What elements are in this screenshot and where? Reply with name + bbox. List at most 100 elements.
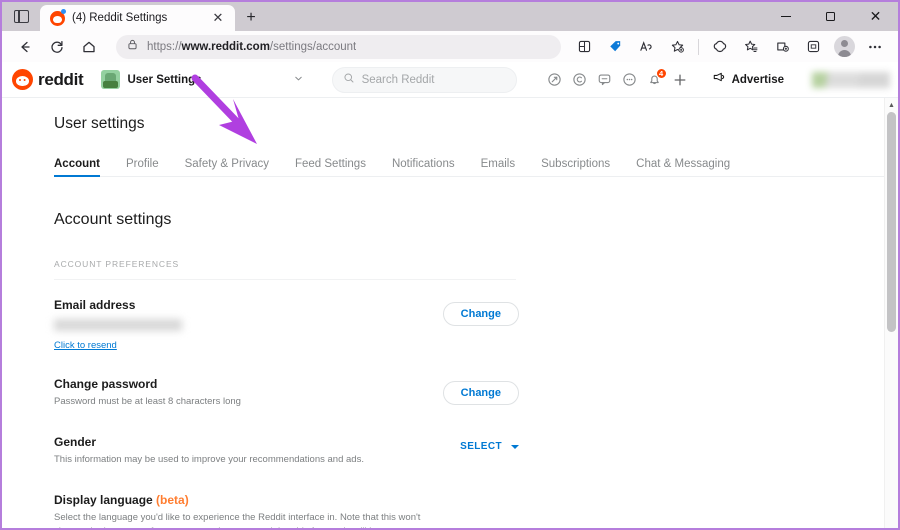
gender-description: This information may be used to improve … <box>54 454 364 465</box>
user-settings-label: User Settings <box>127 73 202 86</box>
user-settings-dropdown[interactable]: User Settings <box>101 70 303 89</box>
tab-safety-privacy[interactable]: Safety & Privacy <box>172 158 282 177</box>
row-email-address: Email address Click to resend Change <box>54 298 519 353</box>
scroll-up-arrow-icon[interactable]: ▲ <box>885 98 898 112</box>
search-input[interactable]: Search Reddit <box>331 66 517 93</box>
window-close-icon[interactable]: ✕ <box>853 2 898 31</box>
reddit-coins-icon[interactable] <box>572 72 587 87</box>
display-language-text: Display language <box>54 493 153 507</box>
row-main: Email address Click to resend <box>54 298 443 353</box>
email-change-button[interactable]: Change <box>442 302 519 326</box>
display-language-description: Select the language you'd like to experi… <box>54 512 421 528</box>
user-account-menu[interactable] <box>812 71 898 88</box>
notification-badge: 4 <box>655 68 667 79</box>
collections-icon[interactable] <box>569 34 599 60</box>
notifications-bell-icon[interactable]: 4 <box>647 68 667 87</box>
row-gender: Gender This information may be used to i… <box>54 435 519 469</box>
toolbar-divider <box>698 38 699 55</box>
url-scheme: https:// <box>147 40 182 53</box>
address-bar[interactable]: https://www.reddit.com/settings/account <box>116 34 561 59</box>
row-change-password: Change password Password must be at leas… <box>54 377 519 411</box>
row-action: Change <box>442 377 519 405</box>
favorite-add-icon[interactable] <box>662 34 692 60</box>
reddit-header: reddit User Settings Search Reddit 4 Adv… <box>2 62 898 98</box>
close-icon[interactable]: ✕ <box>207 7 229 29</box>
row-main: Change password Password must be at leas… <box>54 377 443 409</box>
advertise-megaphone-icon <box>712 70 726 89</box>
settings-page: User settings Account Profile Safety & P… <box>2 98 898 528</box>
search-icon <box>343 71 355 89</box>
chat-rooms-icon[interactable] <box>597 72 612 87</box>
search-placeholder: Search Reddit <box>361 73 435 86</box>
row-action: SELECT <box>460 435 519 452</box>
maximize-icon[interactable] <box>808 2 853 31</box>
click-to-resend-link[interactable]: Click to resend <box>54 340 117 351</box>
screenshot-root: (4) Reddit Settings ✕ + ✕ https://www.re… <box>0 0 900 530</box>
sidebar-panel-icon <box>13 10 29 23</box>
home-icon[interactable] <box>74 34 104 60</box>
shopping-tag-icon[interactable] <box>600 34 630 60</box>
reddit-wordmark: reddit <box>38 69 84 89</box>
tab-feed-settings[interactable]: Feed Settings <box>282 158 379 177</box>
gender-select-dropdown[interactable]: SELECT <box>460 441 519 452</box>
profile-icon[interactable] <box>829 34 859 60</box>
row-main: Gender This information may be used to i… <box>54 435 460 467</box>
avatar[interactable] <box>833 36 855 57</box>
advertise-label: Advertise <box>731 73 784 86</box>
group-divider <box>54 279 516 280</box>
back-icon[interactable] <box>10 34 40 60</box>
tab-subscriptions[interactable]: Subscriptions <box>528 158 623 177</box>
settings-tabs: Account Profile Safety & Privacy Feed Se… <box>54 153 898 177</box>
row-display-language: Display language (beta) Select the langu… <box>54 493 454 528</box>
page-title: User settings <box>54 115 145 132</box>
section-title: Account settings <box>54 211 172 228</box>
gender-select-label: SELECT <box>460 441 502 452</box>
tab-chat-messaging[interactable]: Chat & Messaging <box>623 158 743 177</box>
gender-label: Gender <box>54 435 97 449</box>
split-screen-icon[interactable] <box>798 34 828 60</box>
scrollbar-thumb[interactable] <box>887 112 896 332</box>
reddit-logo-icon <box>12 69 33 90</box>
reddit-favicon-icon <box>50 8 66 26</box>
advertise-button[interactable]: Advertise <box>702 68 794 91</box>
settings-content: User settings Account Profile Safety & P… <box>2 98 898 528</box>
new-tab-button[interactable]: + <box>240 7 262 29</box>
browser-tab-title: (4) Reddit Settings <box>72 12 168 24</box>
beta-tag: (beta) <box>156 493 189 507</box>
popular-icon[interactable] <box>547 72 562 87</box>
lock-icon <box>126 38 139 56</box>
change-password-label: Change password <box>54 377 158 391</box>
tab-notifications[interactable]: Notifications <box>379 158 468 177</box>
url-text: https://www.reddit.com/settings/account <box>147 41 356 53</box>
browser-tab[interactable]: (4) Reddit Settings ✕ <box>40 5 235 31</box>
username-redacted <box>812 71 890 88</box>
tab-account[interactable]: Account <box>54 158 113 177</box>
settings-more-icon[interactable] <box>860 34 890 60</box>
favorites-icon[interactable] <box>736 34 766 60</box>
toolbar-right-icons <box>569 34 890 60</box>
copilot-icon[interactable] <box>705 34 735 60</box>
header-icon-group: 4 <box>547 68 688 88</box>
minimize-icon[interactable] <box>763 2 808 31</box>
url-domain: www.reddit.com <box>181 40 270 53</box>
reddit-logo[interactable]: reddit <box>12 69 84 90</box>
password-change-button[interactable]: Change <box>442 381 519 405</box>
tab-profile[interactable]: Profile <box>113 158 172 177</box>
chevron-down-icon[interactable] <box>293 73 304 87</box>
page-scrollbar[interactable]: ▲ ▼ <box>884 98 898 528</box>
chevron-down-icon <box>511 444 519 449</box>
read-aloud-icon[interactable] <box>631 34 661 60</box>
window-controls: ✕ <box>763 2 898 31</box>
browser-essentials-icon[interactable] <box>767 34 797 60</box>
email-address-value-redacted <box>54 319 182 331</box>
tab-emails[interactable]: Emails <box>468 158 529 177</box>
browser-toolbar: https://www.reddit.com/settings/account <box>2 31 898 62</box>
tab-sidebar-toggle-button[interactable] <box>2 2 40 31</box>
refresh-icon[interactable] <box>42 34 72 60</box>
display-language-label: Display language (beta) <box>54 493 454 507</box>
row-action: Change <box>442 298 519 326</box>
browser-tabstrip: (4) Reddit Settings ✕ + ✕ <box>2 2 898 31</box>
chat-icon[interactable] <box>622 72 637 87</box>
create-post-icon[interactable] <box>672 72 688 88</box>
email-address-label: Email address <box>54 298 136 312</box>
